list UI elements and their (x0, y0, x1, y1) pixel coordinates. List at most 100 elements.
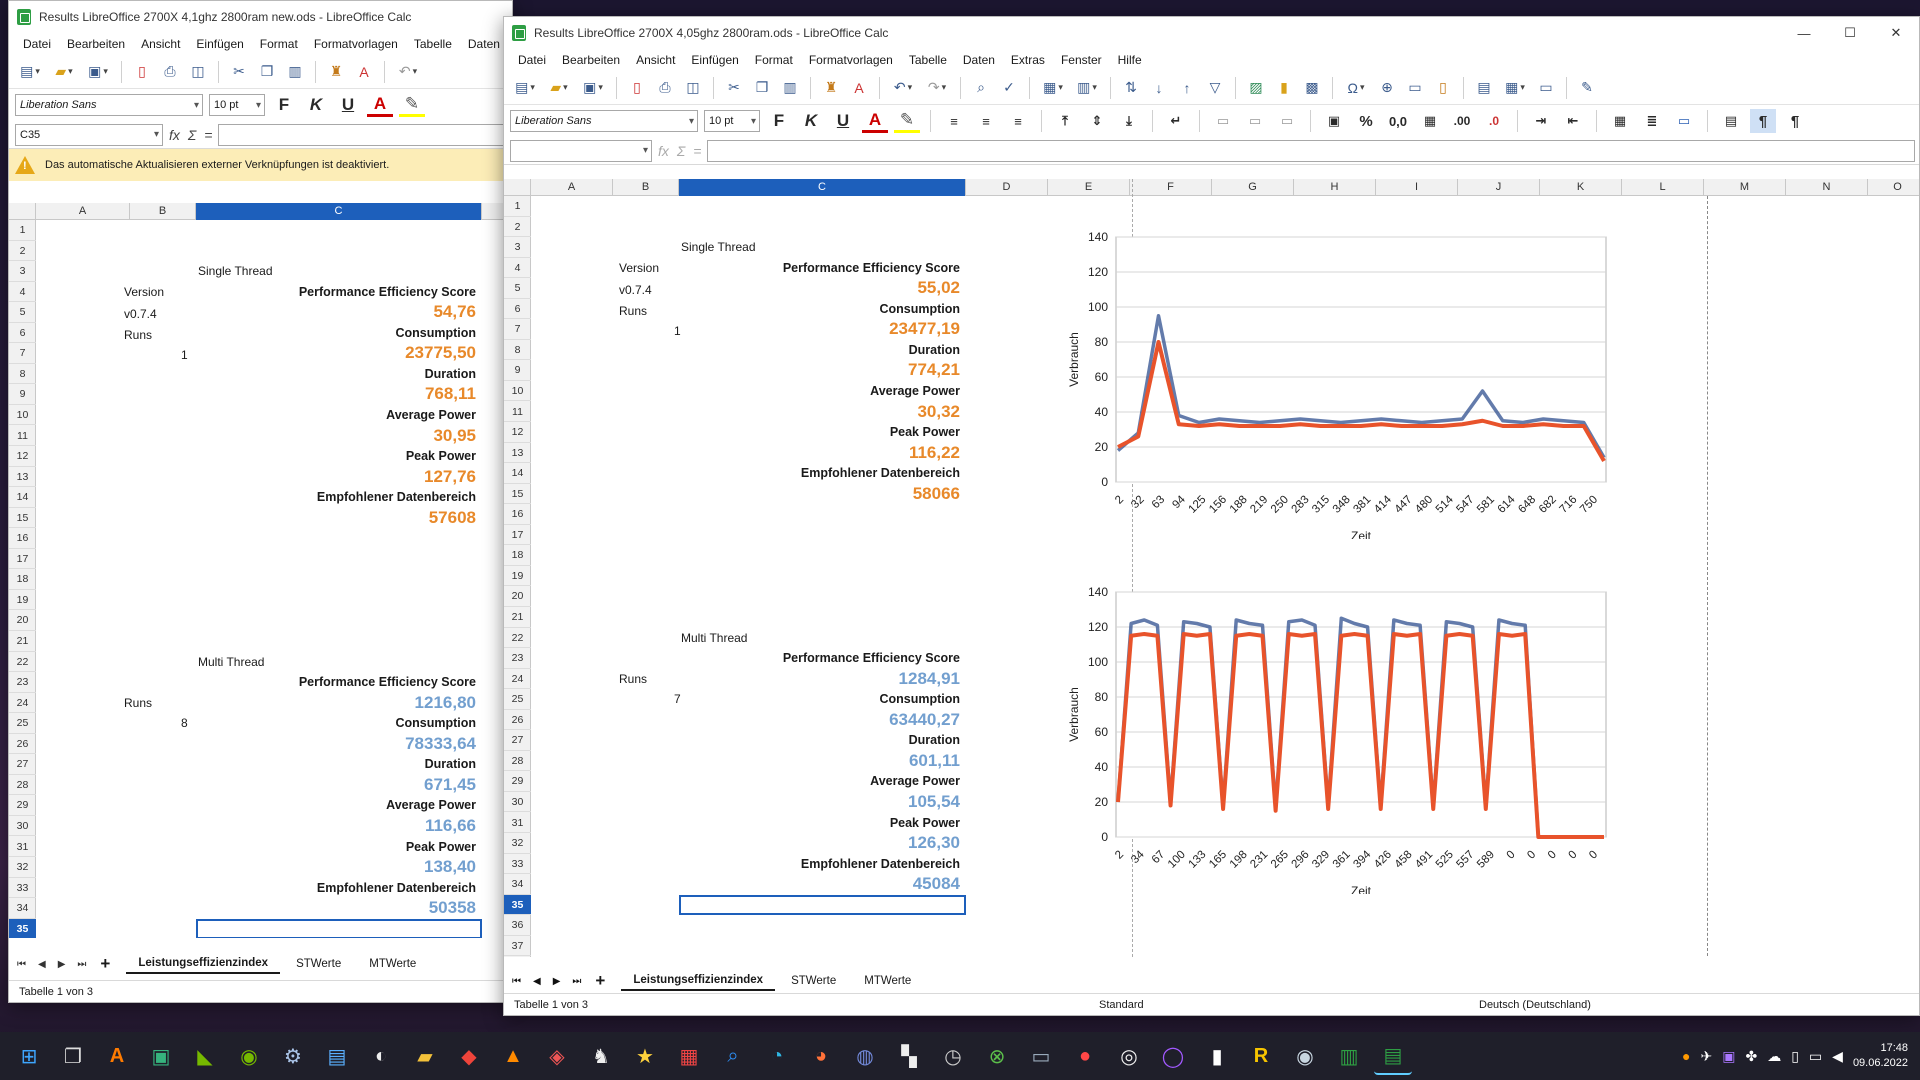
single-avg-value[interactable]: 30,32 (917, 402, 960, 422)
language-status[interactable]: Deutsch (Deutschland) (1479, 999, 1591, 1011)
multi-avg-value[interactable]: 116,66 (425, 816, 476, 836)
multi-range-value[interactable]: 50358 (429, 898, 476, 918)
number-format-icon[interactable]: 0,0 (1385, 109, 1411, 133)
export-pdf-icon[interactable]: ▯ (130, 60, 154, 84)
autofilter-icon[interactable]: ▽ (1203, 76, 1227, 100)
menu-ansicht[interactable]: Ansicht (133, 37, 188, 51)
font-color-icon[interactable]: A (862, 109, 888, 133)
bold-icon[interactable]: F (766, 109, 792, 133)
row-header-2[interactable]: 2 (504, 217, 531, 238)
sum-icon[interactable]: Σ (677, 143, 685, 159)
file-explorer-icon[interactable]: ▰ (406, 1037, 444, 1075)
multi-range-label[interactable]: Empfohlener Datenbereich (801, 857, 960, 871)
row-header-17[interactable]: 17 (9, 549, 36, 570)
ea-icon[interactable]: ● (1066, 1037, 1104, 1075)
row-header-11[interactable]: 11 (504, 402, 531, 423)
prev-sheet-icon[interactable]: ◀ (533, 976, 541, 987)
row-header-13[interactable]: 13 (504, 443, 531, 464)
multi-peak-value[interactable]: 138,40 (424, 857, 476, 877)
row-header-3[interactable]: 3 (9, 261, 36, 282)
single-dur-label[interactable]: Duration (909, 343, 960, 357)
selected-cell-c35[interactable] (196, 918, 482, 938)
column-i-header[interactable]: I (1376, 179, 1458, 196)
runs-value[interactable]: 1 (674, 324, 681, 338)
menu-format[interactable]: Format (252, 37, 306, 51)
single-peak-label[interactable]: Peak Power (890, 425, 960, 439)
open-folder-icon[interactable]: ▰ (49, 60, 79, 84)
add-decimal-icon[interactable]: .00 (1449, 109, 1475, 133)
row-header-23[interactable]: 23 (9, 672, 36, 693)
single-dur-value[interactable]: 768,11 (425, 384, 476, 404)
sort-icon[interactable]: ⇅ (1119, 76, 1143, 100)
row-header-11[interactable]: 11 (9, 426, 36, 447)
function-wizard-icon[interactable]: fx (169, 127, 180, 143)
xbox-icon[interactable]: ⊗ (978, 1037, 1016, 1075)
function-wizard-icon[interactable]: fx (658, 143, 669, 159)
row-header-14[interactable]: 14 (9, 487, 36, 508)
row-header-18[interactable]: 18 (9, 569, 36, 590)
row-header-8[interactable]: 8 (504, 340, 531, 361)
runs-label[interactable]: Runs (124, 328, 152, 342)
undo-icon[interactable]: ↶ (393, 60, 423, 84)
task-view-icon[interactable]: ❐ (54, 1037, 92, 1075)
copy-icon[interactable]: ❐ (255, 60, 279, 84)
undo-icon[interactable]: ↶ (888, 76, 918, 100)
first-sheet-icon[interactable]: ⏮ (17, 959, 26, 970)
name-box[interactable] (510, 139, 652, 162)
text-direction-icon[interactable]: ¶ (1782, 109, 1808, 133)
row-header-14[interactable]: 14 (504, 463, 531, 484)
row-header-37[interactable]: 37 (504, 936, 531, 957)
battery-icon[interactable]: ▯ (1791, 1048, 1799, 1065)
onedrive-icon[interactable]: ☁ (1767, 1048, 1781, 1065)
row-header-16[interactable]: 16 (504, 504, 531, 525)
formula-icon[interactable]: = (204, 127, 212, 143)
tray-app-icon[interactable]: ● (1682, 1048, 1690, 1064)
sort-ascending-icon[interactable]: ↓ (1147, 76, 1171, 100)
decrease-indent-icon[interactable]: ⇤ (1560, 109, 1586, 133)
single-cons-label[interactable]: Consumption (879, 302, 960, 316)
title-bar[interactable]: Results LibreOffice 2700X 4,05ghz 2800ra… (504, 17, 1919, 49)
row-header-19[interactable]: 19 (504, 566, 531, 587)
row-header-31[interactable]: 31 (9, 837, 36, 858)
header-footer-icon[interactable]: ▯ (1431, 76, 1455, 100)
align-bottom-icon[interactable]: ⤓ (1116, 109, 1142, 133)
discord-icon[interactable]: ◍ (846, 1037, 884, 1075)
formula-input[interactable] (707, 139, 1915, 162)
clone-formatting-icon[interactable]: ♜ (324, 60, 348, 84)
row-header-33[interactable]: 33 (504, 854, 531, 875)
single-peak-label[interactable]: Peak Power (406, 449, 476, 463)
pivot-table-icon[interactable]: ▩ (1300, 76, 1324, 100)
formatting-marks-icon[interactable]: ¶ (1750, 109, 1776, 133)
multi-runs-value[interactable]: 7 (674, 692, 681, 706)
column-c-header[interactable]: C (679, 179, 966, 196)
new-document-icon[interactable]: ▤ (510, 76, 540, 100)
row-header-1[interactable]: 1 (9, 220, 36, 241)
version-label[interactable]: Version (619, 261, 659, 275)
add-sheet-icon[interactable]: + (595, 971, 605, 991)
row-header-6[interactable]: 6 (9, 323, 36, 344)
sum-icon[interactable]: Σ (188, 127, 196, 143)
split-window-icon[interactable]: ▭ (1534, 76, 1558, 100)
add-sheet-icon[interactable]: + (100, 954, 110, 974)
multi-avg-label[interactable]: Average Power (870, 774, 960, 788)
app-star-icon[interactable]: ★ (626, 1037, 664, 1075)
multi-peak-label[interactable]: Peak Power (406, 840, 476, 854)
single-range-label[interactable]: Empfohlener Datenbereich (317, 490, 476, 504)
column-n-header[interactable]: N (1786, 179, 1868, 196)
first-sheet-icon[interactable]: ⏮ (512, 976, 521, 987)
row-header-15[interactable]: 15 (9, 508, 36, 529)
version-value[interactable]: v0.7.4 (619, 283, 652, 297)
menu-datei[interactable]: Datei (510, 53, 554, 67)
app-monitor-icon[interactable]: ▣ (142, 1037, 180, 1075)
sheet-grid[interactable]: A B C 1 2 3 4 5 6 7 8 9 10 11 12 13 14 15 16 17 18 19 20 21 2… (9, 203, 512, 938)
row-header-32[interactable]: 32 (9, 857, 36, 878)
insert-chart-icon[interactable]: ▮ (1272, 76, 1296, 100)
column-l-header[interactable]: L (1622, 179, 1704, 196)
app-clapper-icon[interactable]: ▚ (890, 1037, 928, 1075)
maximize-button[interactable]: ☐ (1827, 17, 1873, 49)
runs-label[interactable]: Runs (619, 304, 647, 318)
row-header-33[interactable]: 33 (9, 878, 36, 899)
calc-window-front[interactable]: Results LibreOffice 2700X 4,05ghz 2800ra… (503, 16, 1920, 1016)
row-header-5[interactable]: 5 (9, 302, 36, 323)
row-header-28[interactable]: 28 (9, 775, 36, 796)
